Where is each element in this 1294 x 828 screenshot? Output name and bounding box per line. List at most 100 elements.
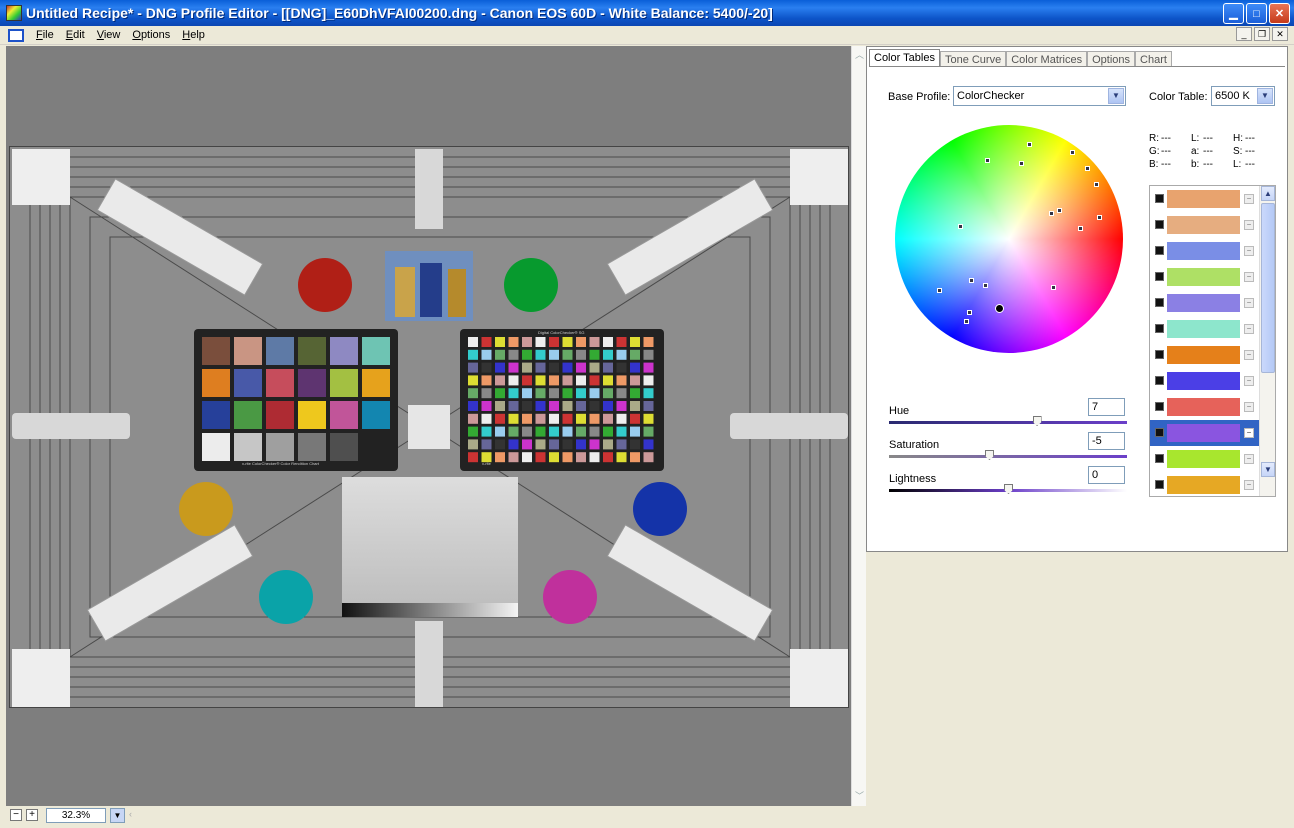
scroll-down-icon[interactable]: ﹀ — [854, 791, 865, 802]
hue-saturation-wheel[interactable] — [895, 125, 1123, 353]
base-profile-select[interactable]: ColorChecker ▼ — [953, 86, 1126, 106]
wheel-point[interactable] — [1019, 161, 1024, 166]
wheel-point[interactable] — [1097, 215, 1102, 220]
wheel-point[interactable] — [967, 310, 972, 315]
wheel-point[interactable] — [964, 319, 969, 324]
menu-file[interactable]: File — [30, 29, 60, 41]
swatch-remove-button[interactable]: − — [1244, 298, 1254, 308]
scroll-thumb[interactable] — [1261, 203, 1275, 373]
zoom-in-button[interactable]: + — [26, 809, 38, 821]
tab-tone-curve[interactable]: Tone Curve — [939, 51, 1007, 67]
color-table-select[interactable]: 6500 K ▼ — [1211, 86, 1275, 106]
zoom-level-field[interactable]: 32.3% — [46, 807, 106, 823]
scroll-up-icon[interactable]: ▲ — [1261, 186, 1275, 201]
zoom-dropdown-chevron-down-icon[interactable]: ▼ — [110, 807, 125, 823]
swatch-row[interactable]: − — [1150, 368, 1259, 394]
document-icon[interactable] — [8, 28, 24, 42]
wheel-point[interactable] — [1027, 142, 1032, 147]
swatch-remove-button[interactable]: − — [1244, 454, 1254, 464]
lightness-slider-thumb[interactable] — [1004, 484, 1013, 494]
swatch-checkbox[interactable] — [1155, 272, 1164, 281]
menu-edit[interactable]: Edit — [60, 29, 91, 41]
swatch-row[interactable]: − — [1150, 186, 1259, 212]
wheel-point[interactable] — [1078, 226, 1083, 231]
wheel-point[interactable] — [1094, 182, 1099, 187]
wheel-point[interactable] — [958, 224, 963, 229]
hue-input[interactable]: 7 — [1088, 398, 1125, 416]
swatch-checkbox[interactable] — [1155, 220, 1164, 229]
swatch-checkbox[interactable] — [1155, 194, 1164, 203]
menu-help[interactable]: Help — [176, 29, 211, 41]
saturation-slider[interactable] — [889, 450, 1127, 460]
swatch-remove-button[interactable]: − — [1244, 350, 1254, 360]
swatch-remove-button[interactable]: − — [1244, 246, 1254, 256]
tab-options[interactable]: Options — [1087, 51, 1136, 67]
horizontal-scroll-left-icon[interactable]: ‹ — [129, 809, 143, 821]
mdi-close-button[interactable]: ✕ — [1272, 27, 1288, 41]
swatch-checkbox[interactable] — [1155, 480, 1164, 489]
wheel-point[interactable] — [983, 283, 988, 288]
wheel-point[interactable] — [1049, 211, 1054, 216]
maximize-button[interactable]: □ — [1246, 3, 1267, 24]
swatch-remove-button[interactable]: − — [1244, 220, 1254, 230]
swatch-row[interactable]: − — [1150, 316, 1259, 342]
wheel-point[interactable] — [1070, 150, 1075, 155]
wheel-point[interactable] — [937, 288, 942, 293]
tab-chart[interactable]: Chart — [1135, 51, 1172, 67]
image-viewer[interactable]: x-rite ColorChecker® Color Rendition Cha… — [6, 46, 851, 806]
swatch-row[interactable]: − — [1150, 290, 1259, 316]
swatch-checkbox[interactable] — [1155, 454, 1164, 463]
wheel-point[interactable] — [969, 278, 974, 283]
swatch-checkbox[interactable] — [1155, 298, 1164, 307]
tab-color-matrices[interactable]: Color Matrices — [1006, 51, 1088, 67]
swatch-row[interactable]: − — [1150, 420, 1259, 446]
swatch-list[interactable]: − − − − − − − − − − − − ▲ ▼ — [1149, 185, 1276, 497]
wheel-point[interactable] — [1085, 166, 1090, 171]
hue-slider-thumb[interactable] — [1032, 416, 1042, 426]
lightness-slider[interactable] — [889, 484, 1127, 494]
swatch-row[interactable]: − — [1150, 394, 1259, 420]
chevron-down-icon[interactable]: ▼ — [1108, 88, 1124, 104]
tab-color-tables[interactable]: Color Tables — [869, 49, 940, 67]
swatch-row[interactable]: − — [1150, 342, 1259, 368]
swatch-row[interactable]: − — [1150, 264, 1259, 290]
swatch-row[interactable]: − — [1150, 238, 1259, 264]
selected-wheel-point[interactable] — [995, 304, 1004, 313]
wheel-point[interactable] — [1057, 208, 1062, 213]
scroll-down-icon[interactable]: ▼ — [1261, 462, 1275, 477]
menu-view[interactable]: View — [91, 29, 127, 41]
swatch-remove-button[interactable]: − — [1244, 402, 1254, 412]
lightness-input[interactable]: 0 — [1088, 466, 1125, 484]
close-button[interactable]: ✕ — [1269, 3, 1290, 24]
title-bar[interactable]: Untitled Recipe* - DNG Profile Editor - … — [0, 0, 1294, 26]
swatch-checkbox[interactable] — [1155, 402, 1164, 411]
swatch-remove-button[interactable]: − — [1244, 376, 1254, 386]
scroll-up-icon[interactable]: ︿ — [854, 50, 865, 61]
viewer-vertical-scrollbar[interactable]: ︿ ﹀ — [851, 46, 866, 806]
chevron-down-icon[interactable]: ▼ — [1257, 88, 1273, 104]
swatch-row[interactable]: − — [1150, 446, 1259, 472]
swatch-scrollbar[interactable]: ▲ ▼ — [1259, 186, 1275, 496]
swatch-row[interactable]: − — [1150, 472, 1259, 496]
wheel-point[interactable] — [985, 158, 990, 163]
saturation-slider-thumb[interactable] — [984, 450, 994, 460]
hue-slider[interactable] — [889, 416, 1127, 426]
mdi-restore-button[interactable]: ❐ — [1254, 27, 1270, 41]
swatch-remove-button[interactable]: − — [1244, 272, 1254, 282]
swatch-remove-button[interactable]: − — [1244, 428, 1254, 438]
wheel-point[interactable] — [1051, 285, 1056, 290]
swatch-row[interactable]: − — [1150, 212, 1259, 238]
zoom-out-button[interactable]: − — [10, 809, 22, 821]
swatch-remove-button[interactable]: − — [1244, 324, 1254, 334]
mdi-minimize-button[interactable]: _ — [1236, 27, 1252, 41]
saturation-input[interactable]: -5 — [1088, 432, 1125, 450]
swatch-remove-button[interactable]: − — [1244, 480, 1254, 490]
menu-options[interactable]: Options — [126, 29, 176, 41]
swatch-checkbox[interactable] — [1155, 324, 1164, 333]
swatch-remove-button[interactable]: − — [1244, 194, 1254, 204]
swatch-checkbox[interactable] — [1155, 350, 1164, 359]
swatch-checkbox[interactable] — [1155, 246, 1164, 255]
swatch-checkbox[interactable] — [1155, 428, 1164, 437]
minimize-button[interactable]: ▁ — [1223, 3, 1244, 24]
swatch-checkbox[interactable] — [1155, 376, 1164, 385]
